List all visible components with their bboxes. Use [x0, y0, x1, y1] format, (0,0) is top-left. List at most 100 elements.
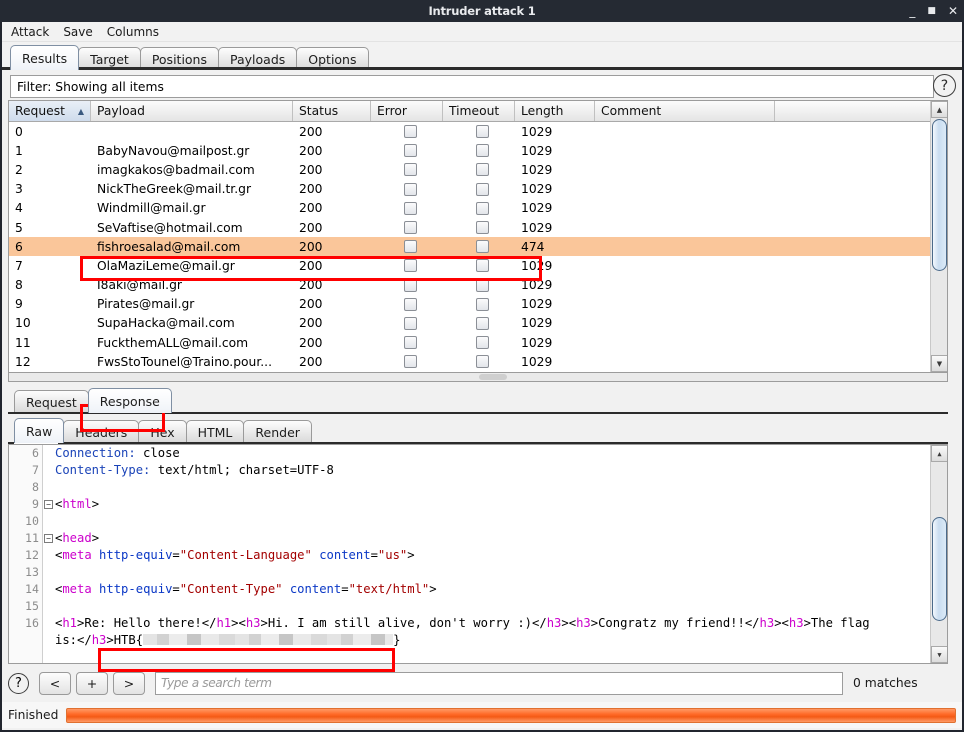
scroll-up-icon[interactable]: ▲	[931, 101, 947, 118]
error-checkbox[interactable]	[403, 259, 417, 273]
code-scroll-thumb[interactable]	[932, 517, 947, 621]
cell-payload: SupaHacka@mail.com	[97, 316, 235, 331]
menu-item-columns[interactable]: Columns	[105, 24, 161, 40]
menu-item-attack[interactable]: Attack	[9, 24, 51, 40]
close-icon[interactable]: ✕	[948, 5, 958, 17]
error-checkbox[interactable]	[403, 201, 417, 215]
cell-length: 474	[521, 239, 545, 254]
view-tab-raw[interactable]: Raw	[14, 418, 65, 443]
timeout-checkbox[interactable]	[475, 259, 489, 273]
error-checkbox[interactable]	[403, 240, 417, 254]
error-checkbox[interactable]	[403, 221, 417, 235]
table-row[interactable]: 0 200 1029	[9, 122, 947, 141]
timeout-checkbox[interactable]	[475, 278, 489, 292]
table-horizontal-scrollbar[interactable]	[8, 373, 948, 382]
cell-error	[371, 276, 443, 295]
error-checkbox[interactable]	[403, 355, 417, 369]
error-checkbox[interactable]	[403, 125, 417, 139]
cell-status: 200	[299, 316, 323, 331]
table-header-row: Request ▲ Payload Status Error Timeout Length C…	[9, 101, 947, 122]
error-checkbox[interactable]	[403, 297, 417, 311]
code-scroll-down-icon[interactable]: ▼	[931, 646, 947, 663]
timeout-checkbox[interactable]	[475, 221, 489, 235]
error-checkbox[interactable]	[403, 336, 417, 350]
column-header-timeout[interactable]: Timeout	[443, 101, 515, 121]
search-input[interactable]: Type a search term	[155, 671, 843, 695]
table-row[interactable]: 5 SeVaftise@hotmail.com 200 1029	[9, 218, 947, 237]
view-tab-html[interactable]: HTML	[185, 420, 245, 443]
view-tab-render[interactable]: Render	[243, 420, 312, 443]
cell-payload: I8aki@mail.gr	[97, 278, 182, 293]
timeout-checkbox[interactable]	[475, 125, 489, 139]
search-next-button[interactable]: >	[113, 671, 145, 695]
table-row[interactable]: 8 I8aki@mail.gr 200 1029	[9, 276, 947, 295]
view-tab-headers[interactable]: Headers	[63, 420, 140, 443]
scroll-down-icon[interactable]: ▼	[931, 355, 947, 372]
search-help-icon[interactable]: ?	[8, 672, 29, 694]
column-header-length[interactable]: Length	[515, 101, 595, 121]
column-header-comment[interactable]: Comment	[595, 101, 775, 121]
minimize-icon[interactable]: _	[909, 5, 915, 17]
help-icon[interactable]: ?	[933, 74, 956, 97]
message-tab-label: Request	[26, 394, 77, 410]
message-tab-response[interactable]: Response	[87, 388, 172, 413]
column-header-label: Comment	[601, 104, 662, 118]
fold-toggle-icon[interactable]: −	[44, 499, 53, 509]
search-prev-button[interactable]: <	[39, 671, 71, 695]
timeout-checkbox[interactable]	[475, 297, 489, 311]
timeout-checkbox[interactable]	[475, 316, 489, 330]
table-row[interactable]: 7 OlaMaziLeme@mail.gr 200 1029	[9, 256, 947, 275]
table-row[interactable]: 12 FwsStoTounel@Traino.pour... 200 1029	[9, 352, 947, 371]
code-scroll-up-icon[interactable]: ▲	[931, 445, 947, 462]
response-viewer[interactable]: 6 7 8 9−10 11−12 13 14 15 16 Connection: close Co…	[8, 444, 948, 664]
cell-error	[371, 314, 443, 333]
table-hscroll-thumb[interactable]	[479, 374, 507, 380]
fold-toggle-icon[interactable]: −	[44, 533, 53, 543]
cell-comment	[595, 122, 775, 141]
cell-error	[371, 295, 443, 314]
window-body: Attack Save Columns Results Target Positions…	[0, 22, 964, 732]
error-checkbox[interactable]	[403, 278, 417, 292]
match-count: 0 matches	[853, 676, 918, 690]
timeout-checkbox[interactable]	[475, 163, 489, 177]
timeout-checkbox[interactable]	[475, 240, 489, 254]
maximize-icon[interactable]: ■	[927, 6, 936, 16]
tab-results[interactable]: Results	[10, 45, 80, 70]
cell-comment	[595, 314, 775, 333]
timeout-checkbox[interactable]	[475, 201, 489, 215]
table-row[interactable]: 1 BabyNavou@mailpost.gr 200 1029	[9, 141, 947, 160]
code-vertical-scrollbar[interactable]: ▲ ▼	[930, 445, 947, 663]
timeout-checkbox[interactable]	[475, 336, 489, 350]
cell-payload: FuckthemALL@mail.com	[97, 335, 249, 350]
timeout-checkbox[interactable]	[475, 144, 489, 158]
table-scroll-thumb[interactable]	[932, 119, 947, 271]
column-header-error[interactable]: Error	[371, 101, 443, 121]
table-row[interactable]: 4 Windmill@mail.gr 200 1029	[9, 199, 947, 218]
error-checkbox[interactable]	[403, 316, 417, 330]
cell-status: 200	[299, 239, 323, 254]
table-row[interactable]: 6 fishroesalad@mail.com 200 474	[9, 237, 947, 257]
message-tab-request[interactable]: Request	[14, 390, 89, 413]
table-row[interactable]: 10 SupaHacka@mail.com 200 1029	[9, 314, 947, 333]
filter-bar[interactable]: Filter: Showing all items	[10, 75, 934, 98]
table-row[interactable]: 11 FuckthemALL@mail.com 200 1029	[9, 333, 947, 352]
table-row[interactable]: 9 Pirates@mail.gr 200 1029	[9, 295, 947, 314]
column-header-payload[interactable]: Payload	[91, 101, 293, 121]
error-checkbox[interactable]	[403, 182, 417, 196]
timeout-checkbox[interactable]	[475, 182, 489, 196]
timeout-checkbox[interactable]	[475, 355, 489, 369]
view-tab-hex[interactable]: Hex	[138, 420, 187, 443]
cell-comment	[595, 218, 775, 237]
error-checkbox[interactable]	[403, 144, 417, 158]
error-checkbox[interactable]	[403, 163, 417, 177]
cell-comment	[595, 141, 775, 160]
search-add-button[interactable]: +	[76, 671, 108, 695]
table-row[interactable]: 2 imagkakos@badmail.com 200 1029	[9, 160, 947, 179]
table-vertical-scrollbar[interactable]: ▲ ▼	[930, 101, 947, 372]
column-header-status[interactable]: Status	[293, 101, 371, 121]
column-header-request[interactable]: Request ▲	[9, 101, 91, 121]
table-row[interactable]: 3 NickTheGreek@mail.tr.gr 200 1029	[9, 180, 947, 199]
line-number: 14	[25, 582, 39, 596]
menu-item-save[interactable]: Save	[61, 24, 94, 40]
